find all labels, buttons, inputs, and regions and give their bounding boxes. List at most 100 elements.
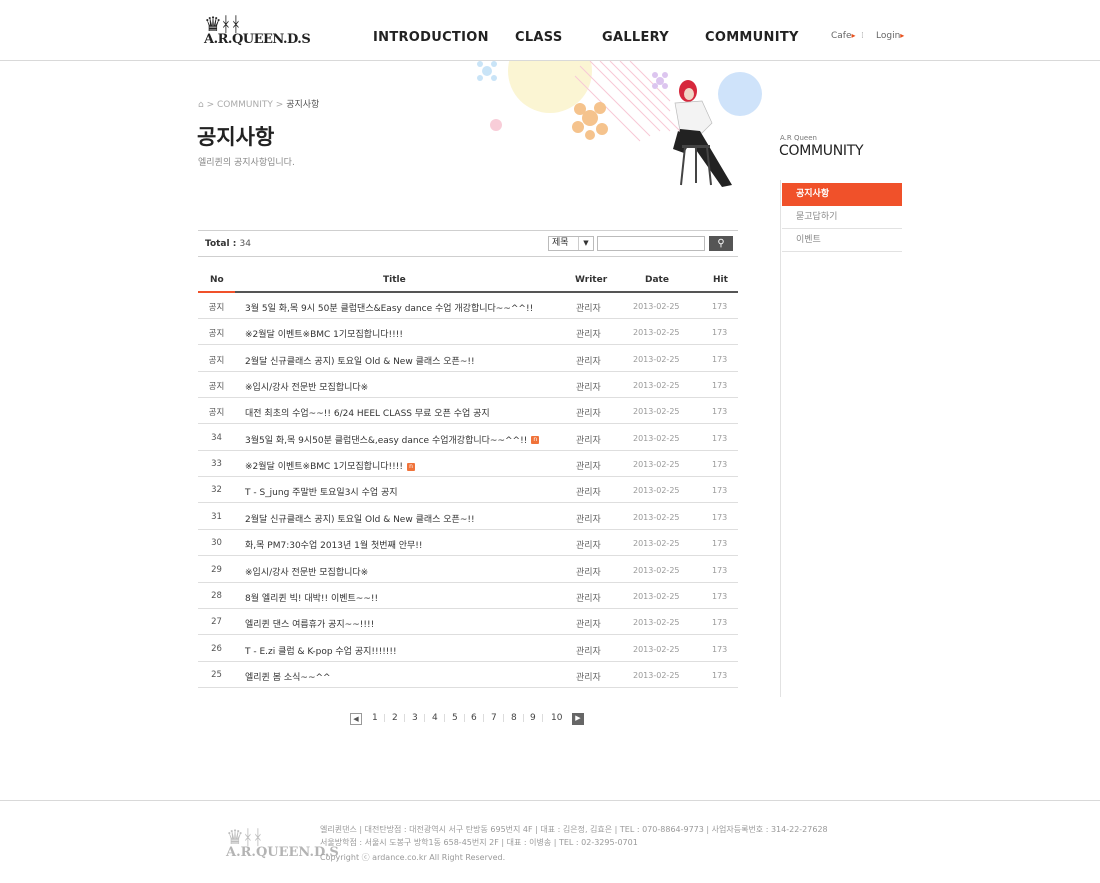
row-title[interactable]: 엘리퀸 댄스 여름휴가 공지~~!!!! <box>245 617 374 630</box>
table-row: 32 T - S_jung 주말반 토요일3시 수업 공지 관리자 2013-0… <box>198 477 738 504</box>
row-writer: 관리자 <box>576 672 601 683</box>
nav-class[interactable]: CLASS <box>515 30 563 45</box>
row-title-text: 화,목 PM7:30수업 2013년 1월 첫번째 안무!! <box>245 541 423 552</box>
table-row: 27 엘리퀸 댄스 여름휴가 공지~~!!!! 관리자 2013-02-25 1… <box>198 609 738 636</box>
page-link[interactable]: 10 <box>551 713 562 723</box>
row-writer: 관리자 <box>576 514 601 525</box>
page-link[interactable]: 6 <box>471 713 477 723</box>
row-title-text: 3월5일 화,목 9시50분 클럽댄스&,easy dance 수업개강합니다~… <box>245 435 528 446</box>
sidebar-item-notice[interactable]: 공지사항 <box>782 183 902 206</box>
row-title-text: ※2월달 이벤트※BMC 1기모집합니다!!!! <box>245 462 403 473</box>
cafe-link[interactable]: Cafe▸ <box>831 31 856 41</box>
login-link[interactable]: Login▸ <box>876 31 904 41</box>
row-title-text: T - S_jung 주말반 토요일3시 수업 공지 <box>245 488 398 499</box>
row-no: 25 <box>211 669 222 680</box>
row-title-text: 3월 5일 화,목 9시 50분 클럽댄스&Easy dance 수업 개강합니… <box>245 304 534 314</box>
row-no: 공지 <box>208 355 225 366</box>
search-button[interactable]: ⚲ <box>709 236 733 251</box>
total-number: 34 <box>239 239 251 249</box>
sidebar-item-qna[interactable]: 묻고답하기 <box>782 206 902 229</box>
search-icon: ⚲ <box>717 238 725 249</box>
row-no: 34 <box>211 432 222 443</box>
row-hit: 173 <box>712 302 728 311</box>
search-field-select[interactable]: 제목 ▼ <box>548 236 594 251</box>
row-title-text: T - E.zi 클럽 & K-pop 수업 공지!!!!!!! <box>245 646 397 657</box>
row-no: 29 <box>211 564 222 575</box>
next-page-button[interactable]: ▶ <box>572 713 584 725</box>
row-title[interactable]: ※2월달 이벤트※BMC 1기모집합니다!!!! n <box>245 459 415 472</box>
arrow-icon: ▸ <box>900 31 905 40</box>
page-separator: | <box>443 713 446 722</box>
breadcrumb-current: 공지사항 <box>286 100 320 110</box>
column-writer: Writer <box>575 275 608 285</box>
util-divider: ⁞ <box>861 31 864 41</box>
row-title[interactable]: ※2월달 이벤트※BMC 1기모집합니다!!!! <box>245 327 403 340</box>
row-date: 2013-02-25 <box>633 381 680 391</box>
row-title-text: 엘리퀸 봄 소식~~^^ <box>245 672 331 683</box>
row-no: 31 <box>211 511 222 522</box>
table-row: 25 엘리퀸 봄 소식~~^^ 관리자 2013-02-25 173 <box>198 662 738 688</box>
row-date: 2013-02-25 <box>633 460 680 470</box>
row-title[interactable]: T - E.zi 클럽 & K-pop 수업 공지!!!!!!! <box>245 644 397 657</box>
row-title[interactable]: 2월달 신규클래스 공지) 토요일 Old & New 클래스 오픈~!! <box>245 512 475 525</box>
home-icon[interactable]: ⌂ <box>198 100 204 110</box>
footer-info-line-2: 서울방학점 : 서울시 도봉구 방학1동 658-45번지 2F | 대표 : … <box>320 838 638 847</box>
row-title[interactable]: T - S_jung 주말반 토요일3시 수업 공지 <box>245 485 398 498</box>
sidebar-item-event[interactable]: 이벤트 <box>782 229 902 252</box>
table-row: 34 3월5일 화,목 9시50분 클럽댄스&,easy dance 수업개강합… <box>198 425 738 451</box>
row-hit: 173 <box>712 433 728 443</box>
row-writer: 관리자 <box>576 435 601 446</box>
chevron-down-icon: ▼ <box>578 237 593 250</box>
row-title[interactable]: 엘리퀸 봄 소식~~^^ <box>245 670 331 683</box>
page-separator: | <box>423 713 426 722</box>
row-title[interactable]: ※입시/강사 전문반 모집합니다※ <box>245 565 368 578</box>
page-separator: | <box>482 713 485 722</box>
page-link[interactable]: 9 <box>530 713 536 723</box>
page-link[interactable]: 4 <box>432 713 438 723</box>
row-hit: 173 <box>712 407 728 417</box>
row-hit: 173 <box>712 486 728 496</box>
row-title[interactable]: 3월 5일 화,목 9시 50분 클럽댄스&Easy dance 수업 개강합니… <box>245 301 533 314</box>
page-link[interactable]: 8 <box>511 713 517 723</box>
row-date: 2013-02-25 <box>633 670 680 680</box>
nav-community[interactable]: COMMUNITY <box>705 30 799 45</box>
footer-divider <box>0 800 1100 801</box>
row-no: 27 <box>211 617 222 628</box>
row-title[interactable]: ※입시/강사 전문반 모집합니다※ <box>245 380 368 393</box>
page-link[interactable]: 7 <box>491 713 497 723</box>
row-no: 공지 <box>208 382 225 393</box>
search-input[interactable] <box>597 236 705 251</box>
row-title[interactable]: 대전 최초의 수업~~!! 6/24 HEEL CLASS 무료 오픈 수업 공… <box>245 406 490 419</box>
page-separator: | <box>463 713 466 722</box>
row-no: 공지 <box>208 329 225 340</box>
row-date: 2013-02-25 <box>633 565 680 575</box>
prev-page-button[interactable]: ◀ <box>350 713 362 725</box>
nav-introduction[interactable]: INTRODUCTION <box>373 30 489 45</box>
row-date: 2013-02-25 <box>633 354 680 364</box>
row-hit: 173 <box>712 460 728 470</box>
nav-gallery[interactable]: GALLERY <box>602 30 669 45</box>
row-title[interactable]: 8월 엘리퀸 빅! 대박!! 이벤트~~!! <box>245 591 378 604</box>
row-writer: 관리자 <box>576 383 601 394</box>
page-link[interactable]: 3 <box>412 713 418 723</box>
row-writer: 관리자 <box>576 541 601 552</box>
row-title-text: ※입시/강사 전문반 모집합니다※ <box>245 383 369 394</box>
row-title[interactable]: 화,목 PM7:30수업 2013년 1월 첫번째 안무!! <box>245 538 423 551</box>
search-field-value: 제목 <box>552 238 569 248</box>
row-writer: 관리자 <box>576 593 601 604</box>
page-separator: | <box>502 713 505 722</box>
row-writer: 관리자 <box>576 646 601 657</box>
row-date: 2013-02-25 <box>633 512 680 522</box>
row-title[interactable]: 2월달 신규클래스 공지) 토요일 Old & New 클래스 오픈~!! <box>245 354 475 367</box>
column-title: Title <box>383 275 406 285</box>
table-row: 29 ※입시/강사 전문반 모집합니다※ 관리자 2013-02-25 173 <box>198 557 738 583</box>
login-link-label: Login <box>876 31 901 41</box>
page-link[interactable]: 1 <box>372 713 378 723</box>
row-title[interactable]: 3월5일 화,목 9시50분 클럽댄스&,easy dance 수업개강합니다~… <box>245 433 540 446</box>
row-no: 26 <box>211 643 222 654</box>
page-link[interactable]: 2 <box>392 713 398 723</box>
row-no: 30 <box>211 538 222 549</box>
site-logo[interactable]: ♛ᚼᚼ A.R.QUEEN.D.S <box>204 12 311 50</box>
breadcrumb-section[interactable]: COMMUNITY <box>217 100 273 110</box>
page-link[interactable]: 5 <box>452 713 458 723</box>
